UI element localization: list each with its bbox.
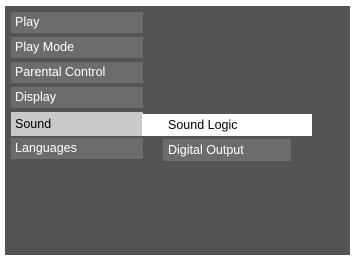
menu-item-sound[interactable]: Sound: [11, 112, 143, 136]
osd-screen: Play Play Mode Parental Control Display …: [5, 6, 350, 255]
menu-item-play[interactable]: Play: [11, 12, 143, 33]
menu-item-parental-control[interactable]: Parental Control: [11, 62, 143, 83]
menu-item-display[interactable]: Display: [11, 87, 143, 108]
submenu-item-sound-logic[interactable]: Sound Logic: [142, 114, 312, 136]
submenu-item-digital-output[interactable]: Digital Output: [163, 139, 291, 161]
menu-item-languages[interactable]: Languages: [11, 138, 143, 159]
menu-item-play-mode[interactable]: Play Mode: [11, 37, 143, 58]
